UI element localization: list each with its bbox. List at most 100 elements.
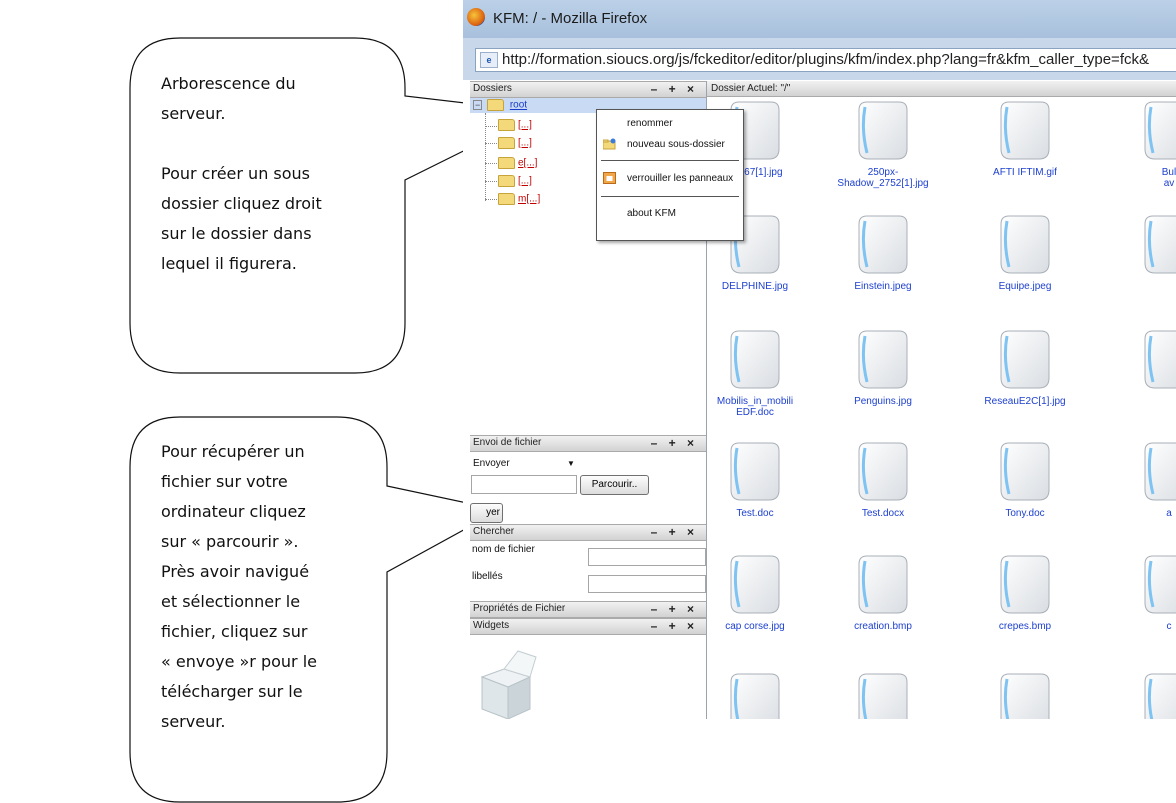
document-icon bbox=[1000, 442, 1050, 501]
send-button[interactable]: yer bbox=[470, 503, 503, 523]
folder-icon bbox=[498, 193, 515, 205]
upload-callout-text: Pour récupérer un fichier sur votre ordi… bbox=[161, 442, 318, 731]
upload-panel-title: Envoi de fichier bbox=[473, 437, 542, 448]
search-panel-header: Chercher – + × bbox=[470, 524, 706, 541]
folder-open-icon bbox=[487, 99, 505, 111]
new-folder-icon bbox=[603, 138, 616, 150]
file-item[interactable]: Equipe.jpeg bbox=[971, 213, 1079, 292]
document-icon bbox=[730, 555, 780, 614]
file-name: Einstein.jpeg bbox=[854, 281, 912, 292]
menu-item-lock-panels[interactable]: verrouiller les panneaux bbox=[627, 173, 733, 184]
tree-item[interactable]: m[...] bbox=[498, 193, 540, 207]
file-name: Mobilis_in_mobili EDF.doc bbox=[716, 396, 794, 418]
file-item[interactable]: a bbox=[1115, 440, 1176, 519]
file-item[interactable]: Test.docx bbox=[829, 440, 937, 519]
file-properties-panel-controls[interactable]: – + × bbox=[651, 602, 698, 616]
folder-icon bbox=[498, 137, 515, 149]
file-name: Equipe.jpeg bbox=[998, 281, 1052, 292]
file-item[interactable]: Test.doc bbox=[701, 440, 809, 519]
folder-icon bbox=[498, 175, 515, 187]
document-icon bbox=[858, 330, 908, 389]
tree-item[interactable]: [...] bbox=[498, 119, 532, 133]
document-icon bbox=[1144, 101, 1176, 160]
file-item[interactable] bbox=[701, 671, 809, 719]
file-name: 250px- Shadow_2752[1].jpg bbox=[837, 167, 929, 189]
file-item[interactable]: 250px- Shadow_2752[1].jpg bbox=[829, 99, 937, 189]
document-icon bbox=[1000, 673, 1050, 719]
menu-item-about[interactable]: about KFM bbox=[627, 208, 676, 219]
url-text: http://formation.sioucs.org/js/fckeditor… bbox=[502, 51, 1149, 68]
file-properties-panel-title: Propriétés de Fichier bbox=[473, 603, 566, 614]
document-icon bbox=[730, 442, 780, 501]
file-name: AFTI IFTIM.gif bbox=[993, 167, 1057, 178]
collapse-icon[interactable]: − bbox=[473, 99, 483, 110]
document-icon bbox=[858, 442, 908, 501]
menu-item-new-subfolder[interactable]: nouveau sous-dossier bbox=[627, 139, 725, 150]
document-icon bbox=[1000, 215, 1050, 274]
file-item[interactable]: Penguins.jpg bbox=[829, 328, 937, 407]
tree-item-label[interactable]: m[...] bbox=[518, 194, 540, 205]
document-icon bbox=[1144, 673, 1176, 719]
tree-item-label[interactable]: e[...] bbox=[518, 158, 537, 169]
document-icon bbox=[1000, 101, 1050, 160]
file-item[interactable]: Bul av bbox=[1115, 99, 1176, 189]
tree-item-label[interactable]: [...] bbox=[518, 120, 532, 131]
file-item[interactable]: creation.bmp bbox=[829, 553, 937, 632]
file-name: Bul av bbox=[1161, 167, 1176, 189]
url-field[interactable]: e http://formation.sioucs.org/js/fckedit… bbox=[475, 48, 1176, 72]
document-icon bbox=[1144, 555, 1176, 614]
document-icon bbox=[858, 101, 908, 160]
firefox-icon bbox=[467, 8, 485, 26]
tree-item-label[interactable]: [...] bbox=[518, 176, 532, 187]
widgets-panel-controls[interactable]: – + × bbox=[651, 619, 698, 633]
file-item[interactable]: Mobilis_in_mobili EDF.doc bbox=[701, 328, 809, 418]
tags-search-input[interactable] bbox=[588, 575, 706, 593]
file-item[interactable] bbox=[971, 671, 1079, 719]
file-item[interactable]: ReseauE2C[1].jpg bbox=[971, 328, 1079, 407]
site-favicon-icon: e bbox=[480, 52, 498, 68]
current-directory-bar: Dossier Actuel: "/" bbox=[707, 81, 1176, 97]
tags-label: libellés bbox=[472, 571, 503, 582]
file-item[interactable] bbox=[829, 671, 937, 719]
tree-item-label[interactable]: [...] bbox=[518, 138, 532, 149]
file-item[interactable]: Tony.doc bbox=[971, 440, 1079, 519]
upload-mode-value: Envoyer bbox=[473, 458, 510, 469]
browse-button[interactable]: Parcourir.. bbox=[580, 475, 649, 495]
document-icon bbox=[858, 555, 908, 614]
file-item[interactable] bbox=[1115, 213, 1176, 281]
file-name: DELPHINE.jpg bbox=[721, 281, 789, 292]
upload-panel-header: Envoi de fichier – + × bbox=[470, 435, 706, 452]
document-icon bbox=[858, 215, 908, 274]
file-name: creation.bmp bbox=[854, 621, 912, 632]
file-item[interactable]: cap corse.jpg bbox=[701, 553, 809, 632]
document-icon bbox=[1000, 555, 1050, 614]
upload-panel-controls[interactable]: – + × bbox=[651, 436, 698, 450]
file-item[interactable]: Einstein.jpeg bbox=[829, 213, 937, 292]
file-name: Tony.doc bbox=[1005, 508, 1045, 519]
menu-item-rename[interactable]: renommer bbox=[627, 118, 673, 129]
current-directory-label: Dossier Actuel: "/" bbox=[711, 83, 791, 94]
dossiers-panel-title: Dossiers bbox=[473, 83, 512, 94]
tree-item[interactable]: e[...] bbox=[498, 157, 537, 171]
folder-icon bbox=[498, 157, 515, 169]
tree-item[interactable]: [...] bbox=[498, 137, 532, 151]
file-name: ReseauE2C[1].jpg bbox=[984, 396, 1066, 407]
title-bar: KFM: / - Mozilla Firefox bbox=[463, 0, 1176, 38]
search-panel-controls[interactable]: – + × bbox=[651, 525, 698, 539]
file-item[interactable] bbox=[1115, 671, 1176, 719]
file-item[interactable]: AFTI IFTIM.gif bbox=[971, 99, 1079, 178]
file-item[interactable]: crepes.bmp bbox=[971, 553, 1079, 632]
upload-mode-select[interactable]: Envoyer ▼ bbox=[471, 457, 579, 471]
file-name: Penguins.jpg bbox=[854, 396, 912, 407]
navigation-bar: e http://formation.sioucs.org/js/fckedit… bbox=[463, 38, 1176, 80]
file-name: crepes.bmp bbox=[998, 621, 1052, 632]
file-path-input[interactable] bbox=[471, 475, 577, 494]
tree-item[interactable]: [...] bbox=[498, 175, 532, 189]
tree-root-label[interactable]: root bbox=[510, 100, 527, 111]
tree-item-root[interactable]: − root bbox=[473, 99, 527, 113]
file-item[interactable] bbox=[1115, 328, 1176, 396]
widget-box-icon bbox=[480, 650, 537, 719]
dossiers-panel-controls[interactable]: – + × bbox=[651, 82, 698, 96]
file-item[interactable]: c bbox=[1115, 553, 1176, 632]
filename-search-input[interactable] bbox=[588, 548, 706, 566]
